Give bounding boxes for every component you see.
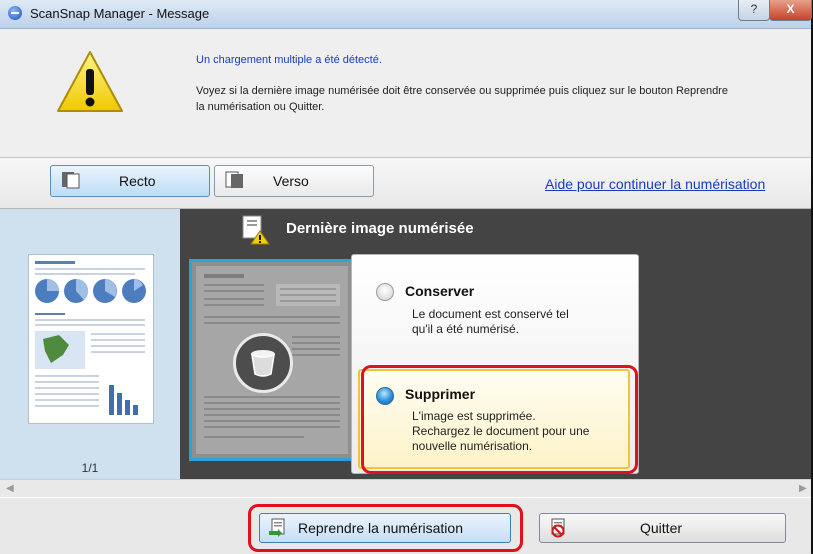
tab-recto-label: Recto [119, 173, 156, 189]
tab-verso[interactable]: Verso [214, 165, 374, 197]
resume-scanning-button[interactable]: Reprendre la numérisation [259, 513, 511, 543]
options-panel: Conserver Le document est conservé tel q… [351, 254, 639, 474]
message-body: Voyez si la dernière image numérisée doi… [196, 85, 728, 113]
front-side-icon [62, 172, 80, 189]
trash-icon [233, 333, 293, 393]
help-continue-link[interactable]: Aide pour continuer la numérisation [545, 176, 765, 192]
page-thumbnail[interactable] [28, 254, 154, 424]
close-button[interactable]: X [769, 0, 812, 21]
supprimer-description-line: L'image est supprimée. [412, 409, 536, 423]
message-title: Un chargement multiple a été détecté. [196, 54, 382, 66]
supprimer-description-line: nouvelle numérisation. [412, 439, 533, 453]
conserver-description-line: qu'il a été numérisé. [412, 322, 520, 336]
warning-icon [57, 51, 123, 112]
message-panel: Un chargement multiple a été détecté. Vo… [0, 29, 811, 158]
quit-scan-icon [551, 518, 565, 538]
conserver-description-line: Le document est conservé tel [412, 307, 569, 321]
window-title: ScanSnap Manager - Message [30, 6, 210, 21]
title-bar[interactable]: ScanSnap Manager - Message ? X [0, 0, 812, 29]
main-view: Dernière image numérisée Conserver Le do… [180, 209, 811, 479]
supprimer-description-line: Rechargez le document pour une [412, 424, 590, 438]
resume-scan-icon [269, 518, 285, 537]
quit-button[interactable]: Quitter [539, 513, 786, 543]
horizontal-scrollbar[interactable]: ◀ ▶ [0, 479, 811, 497]
page-counter: 1/1 [81, 461, 99, 475]
message-window: ScanSnap Manager - Message ? X Un charge… [0, 0, 813, 554]
tab-recto[interactable]: Recto [50, 165, 210, 197]
supprimer-label[interactable]: Supprimer [405, 386, 475, 402]
last-scanned-image-title: Dernière image numérisée [286, 220, 474, 237]
scansnap-app-icon [8, 6, 22, 20]
button-bar: Reprendre la numérisation Quitter [0, 497, 811, 554]
supprimer-description: L'image est supprimée. Rechargez le docu… [412, 409, 622, 454]
scroll-right-icon[interactable]: ▶ [799, 483, 807, 494]
scroll-left-icon[interactable]: ◀ [6, 483, 14, 494]
resume-scanning-label: Reprendre la numérisation [298, 520, 463, 536]
quit-label: Quitter [640, 520, 683, 536]
back-side-icon [225, 171, 243, 188]
conserver-label[interactable]: Conserver [405, 283, 474, 299]
thumbnail-strip: 1/1 [0, 209, 180, 479]
conserver-description: Le document est conservé tel qu'il a été… [412, 307, 622, 337]
scanned-image-warning-icon [242, 215, 270, 245]
side-toolbar: Recto Verso Aide pour continuer la numér… [0, 158, 811, 209]
conserver-radio[interactable] [376, 283, 394, 301]
help-button[interactable]: ? [738, 0, 770, 21]
supprimer-radio[interactable] [376, 387, 394, 405]
tab-verso-label: Verso [273, 173, 309, 189]
content-area: 1/1 Dernière image numérisée Conserver L… [0, 209, 811, 479]
scanned-image-preview[interactable] [189, 259, 355, 461]
